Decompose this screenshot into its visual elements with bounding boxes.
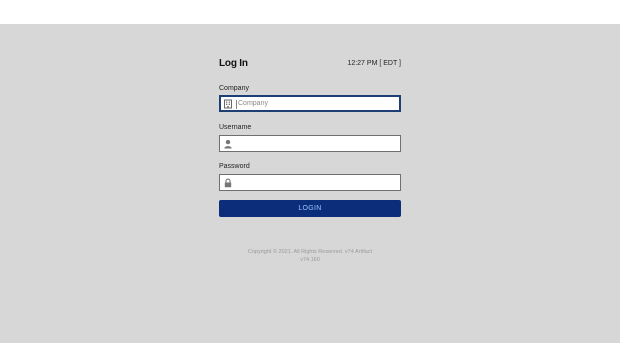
- building-icon: [224, 99, 232, 108]
- password-input[interactable]: [237, 175, 398, 190]
- login-panel: Log In 12:27 PM [ EDT ] Company Username: [219, 58, 401, 217]
- username-input[interactable]: [237, 136, 398, 151]
- clock-display: 12:27 PM [ EDT ]: [347, 60, 401, 67]
- login-button[interactable]: LOGIN: [219, 200, 401, 217]
- user-icon: [224, 139, 232, 148]
- lock-icon: [224, 178, 232, 187]
- top-bar: [0, 0, 620, 24]
- page-title: Log In: [219, 58, 248, 69]
- copyright-text: Copyright © 2021. All Rights Reserved. v…: [230, 248, 390, 264]
- username-label: Username: [219, 124, 252, 131]
- username-field[interactable]: [219, 135, 401, 152]
- password-label: Password: [219, 163, 250, 170]
- password-field[interactable]: [219, 174, 401, 191]
- company-input[interactable]: [238, 97, 397, 110]
- copyright-line-1: Copyright © 2021. All Rights Reserved. v…: [247, 249, 373, 255]
- company-cursor-divider: [236, 100, 237, 109]
- company-label: Company: [219, 85, 249, 92]
- company-field[interactable]: [219, 95, 401, 112]
- login-header: Log In 12:27 PM [ EDT ]: [219, 58, 401, 72]
- copyright-line-2: v74.160: [300, 257, 320, 263]
